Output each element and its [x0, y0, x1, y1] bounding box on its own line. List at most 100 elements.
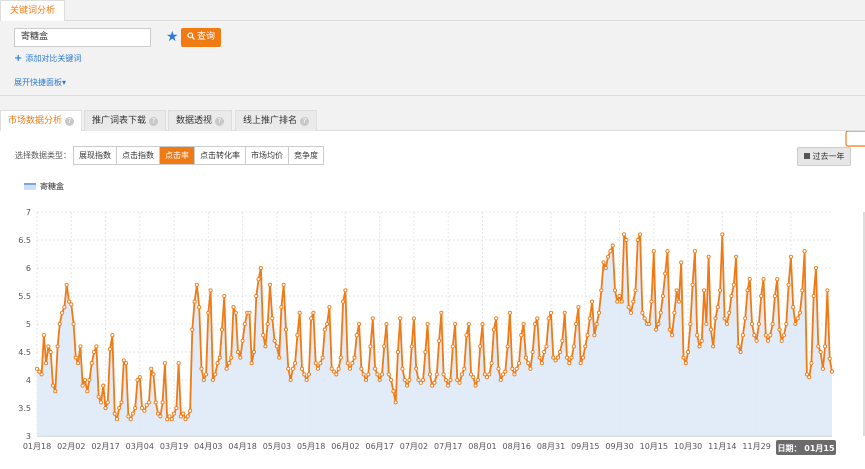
help-icon[interactable]: ? [149, 117, 159, 126]
data-point [395, 349, 400, 355]
data-point [94, 344, 99, 349]
tab-pivot[interactable]: 数据透视? [168, 110, 233, 131]
add-compare-keyword-link[interactable]: + 添加对比关键词 [14, 53, 81, 65]
data-point [336, 366, 341, 371]
data-point [290, 366, 295, 371]
data-point [496, 366, 501, 371]
data-point [347, 366, 353, 371]
data-point [443, 377, 448, 383]
data-point [217, 355, 222, 360]
help-icon[interactable]: ? [300, 117, 310, 126]
data-point [631, 299, 636, 304]
data-point [82, 377, 88, 383]
data-point [473, 383, 478, 388]
data-point [580, 355, 586, 360]
data-point [654, 327, 659, 332]
data-point [651, 249, 656, 254]
data-point [779, 338, 784, 343]
star-icon[interactable]: ★ [166, 28, 179, 46]
data-point [37, 369, 42, 374]
data-point [649, 299, 654, 304]
data-point [304, 377, 309, 383]
data-point [816, 344, 821, 349]
data-point [777, 327, 782, 332]
data-point [379, 372, 385, 377]
data-point [788, 254, 793, 259]
expand-shortcut-panel-link[interactable]: 展开快捷面板▾ [14, 77, 66, 89]
data-point [487, 372, 492, 377]
data-point [229, 355, 234, 360]
data-point [770, 321, 775, 327]
data-point [455, 377, 460, 383]
data-point [128, 417, 133, 422]
data-point [781, 333, 787, 338]
data-point [53, 389, 58, 394]
data-point [108, 347, 113, 352]
data-point [676, 299, 681, 304]
data-point [551, 355, 556, 360]
data-point [391, 389, 396, 394]
y-tick-label: 6.5 [18, 236, 31, 245]
data-point [130, 411, 135, 416]
data-point [103, 405, 108, 411]
data-point [615, 299, 620, 304]
data-point [560, 338, 565, 343]
tab-online-ranking[interactable]: 线上推广排名? [235, 110, 318, 131]
data-point [231, 305, 236, 310]
data-point [453, 321, 458, 327]
data-point [361, 372, 366, 377]
data-point [624, 237, 629, 243]
data-point [286, 366, 291, 371]
data-point [791, 305, 796, 310]
data-point [706, 254, 711, 259]
data-point [199, 366, 204, 371]
data-point [590, 299, 595, 304]
data-point [160, 400, 165, 405]
data-point [226, 361, 231, 366]
data-point [105, 400, 110, 405]
data-point [756, 321, 761, 327]
x-tick-label: 11月14 [708, 442, 736, 451]
data-point [34, 366, 40, 371]
y-tick-label: 4 [26, 376, 31, 385]
help-icon[interactable]: ? [65, 117, 75, 126]
data-point [628, 310, 634, 315]
data-point [306, 372, 311, 377]
data-point [416, 377, 421, 383]
data-point [478, 344, 483, 349]
data-point [500, 372, 506, 377]
tab-market-data[interactable]: 市场数据分析? [0, 110, 83, 132]
data-point [363, 377, 369, 383]
data-point [425, 321, 430, 327]
data-point [85, 389, 90, 394]
x-tick-label: 08月16 [503, 442, 531, 451]
data-point [437, 338, 442, 343]
data-point [711, 344, 716, 349]
data-point [569, 355, 574, 360]
keyword-input[interactable]: 寄糖盒 [14, 28, 151, 47]
data-point [277, 355, 282, 360]
query-button[interactable]: 查询 [181, 28, 221, 47]
data-point [146, 400, 151, 405]
data-point [656, 321, 661, 327]
data-point [592, 333, 597, 338]
y-tick-label: 7 [26, 208, 31, 217]
data-point [270, 316, 275, 321]
data-point [642, 316, 647, 321]
data-point [464, 333, 469, 338]
data-point [297, 310, 302, 315]
data-point [548, 310, 554, 315]
data-point [71, 321, 76, 327]
data-point [754, 338, 759, 343]
data-point [370, 316, 375, 321]
data-point [745, 288, 750, 293]
data-point [670, 333, 675, 338]
data-point [720, 232, 725, 237]
data-point [421, 377, 426, 383]
data-point [96, 394, 101, 399]
x-tick-label: 06月17 [365, 442, 393, 451]
tab-keyword-download[interactable]: 推广词表下载? [84, 110, 167, 131]
help-icon[interactable]: ? [215, 117, 225, 126]
data-point [206, 310, 211, 315]
tab-keyword-analysis[interactable]: 关键词分析 [0, 0, 66, 22]
